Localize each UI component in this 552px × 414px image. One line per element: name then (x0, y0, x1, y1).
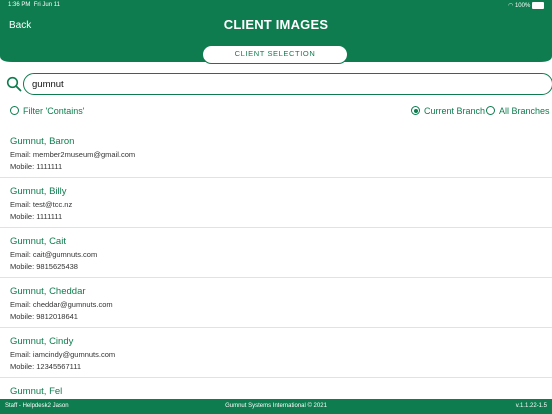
list-item[interactable]: Gumnut, Cheddar Email: cheddar@gumnuts.c… (0, 278, 552, 328)
status-bar: 1:36 PM Fri Jun 11 ◠ 100% (0, 0, 552, 12)
client-email: Email: cheddar@gumnuts.com (10, 300, 113, 309)
current-branch-label: Current Branch (424, 105, 486, 116)
search-bar (6, 72, 552, 96)
client-name: Gumnut, Cait (10, 236, 66, 247)
footer-version: v.1.1.22-1.5 (515, 403, 547, 409)
current-branch-radio[interactable] (411, 106, 420, 116)
client-mobile: Mobile: 12345567111 (10, 362, 82, 371)
search-input[interactable] (23, 73, 552, 95)
client-name: Gumnut, Billy (10, 186, 67, 197)
all-branches-radio[interactable] (486, 106, 495, 116)
battery-icon (532, 2, 544, 9)
client-email: Email: cait@gumnuts.com (10, 250, 98, 259)
filter-contains-option[interactable]: Filter 'Contains' (10, 105, 84, 116)
list-item[interactable]: Gumnut, Fel (0, 378, 552, 399)
client-mobile: Mobile: 9812018641 (10, 312, 78, 321)
footer-bar: Staff - Helpdesk2 Jason Gumnut Systems I… (0, 399, 552, 414)
client-mobile: Mobile: 1111111 (10, 212, 63, 221)
client-name: Gumnut, Baron (10, 136, 75, 147)
footer-copyright: Gumnut Systems International © 2021 (225, 403, 327, 409)
status-time: 1:36 PM Fri Jun 11 (8, 2, 60, 8)
all-branches-label: All Branches (499, 105, 550, 116)
list-item[interactable]: Gumnut, Billy Email: test@tcc.nz Mobile:… (0, 178, 552, 228)
client-name: Gumnut, Cindy (10, 336, 74, 347)
status-indicators: ◠ 100% (508, 2, 544, 9)
client-name: Gumnut, Fel (10, 386, 63, 397)
search-icon[interactable] (6, 76, 22, 92)
client-mobile: Mobile: 9815625438 (10, 262, 78, 271)
client-email: Email: test@tcc.nz (10, 200, 73, 209)
client-email: Email: member2museum@gmail.com (10, 150, 136, 159)
client-mobile: Mobile: 1111111 (10, 162, 63, 171)
client-email: Email: iamcindy@gumnuts.com (10, 350, 116, 359)
wifi-icon: ◠ (508, 3, 514, 10)
list-item[interactable]: Gumnut, Baron Email: member2museum@gmail… (0, 128, 552, 178)
filter-contains-label: Filter 'Contains' (23, 105, 85, 116)
battery-text: 100% (514, 3, 531, 10)
tab-client-selection[interactable]: CLIENT SELECTION (202, 45, 348, 64)
all-branches-option[interactable]: All Branches (486, 105, 550, 116)
current-branch-option[interactable]: Current Branch (411, 105, 485, 116)
list-item[interactable]: Gumnut, Cindy Email: iamcindy@gumnuts.co… (0, 328, 552, 378)
client-name: Gumnut, Cheddar (10, 286, 86, 297)
date-text: Fri Jun 11 (33, 2, 60, 8)
clock-text: 1:36 PM (8, 2, 31, 8)
filter-contains-radio[interactable] (10, 106, 19, 116)
list-item[interactable]: Gumnut, Cait Email: cait@gumnuts.com Mob… (0, 228, 552, 278)
page-title: CLIENT IMAGES (223, 17, 329, 32)
client-list: Gumnut, Baron Email: member2museum@gmail… (0, 128, 552, 399)
